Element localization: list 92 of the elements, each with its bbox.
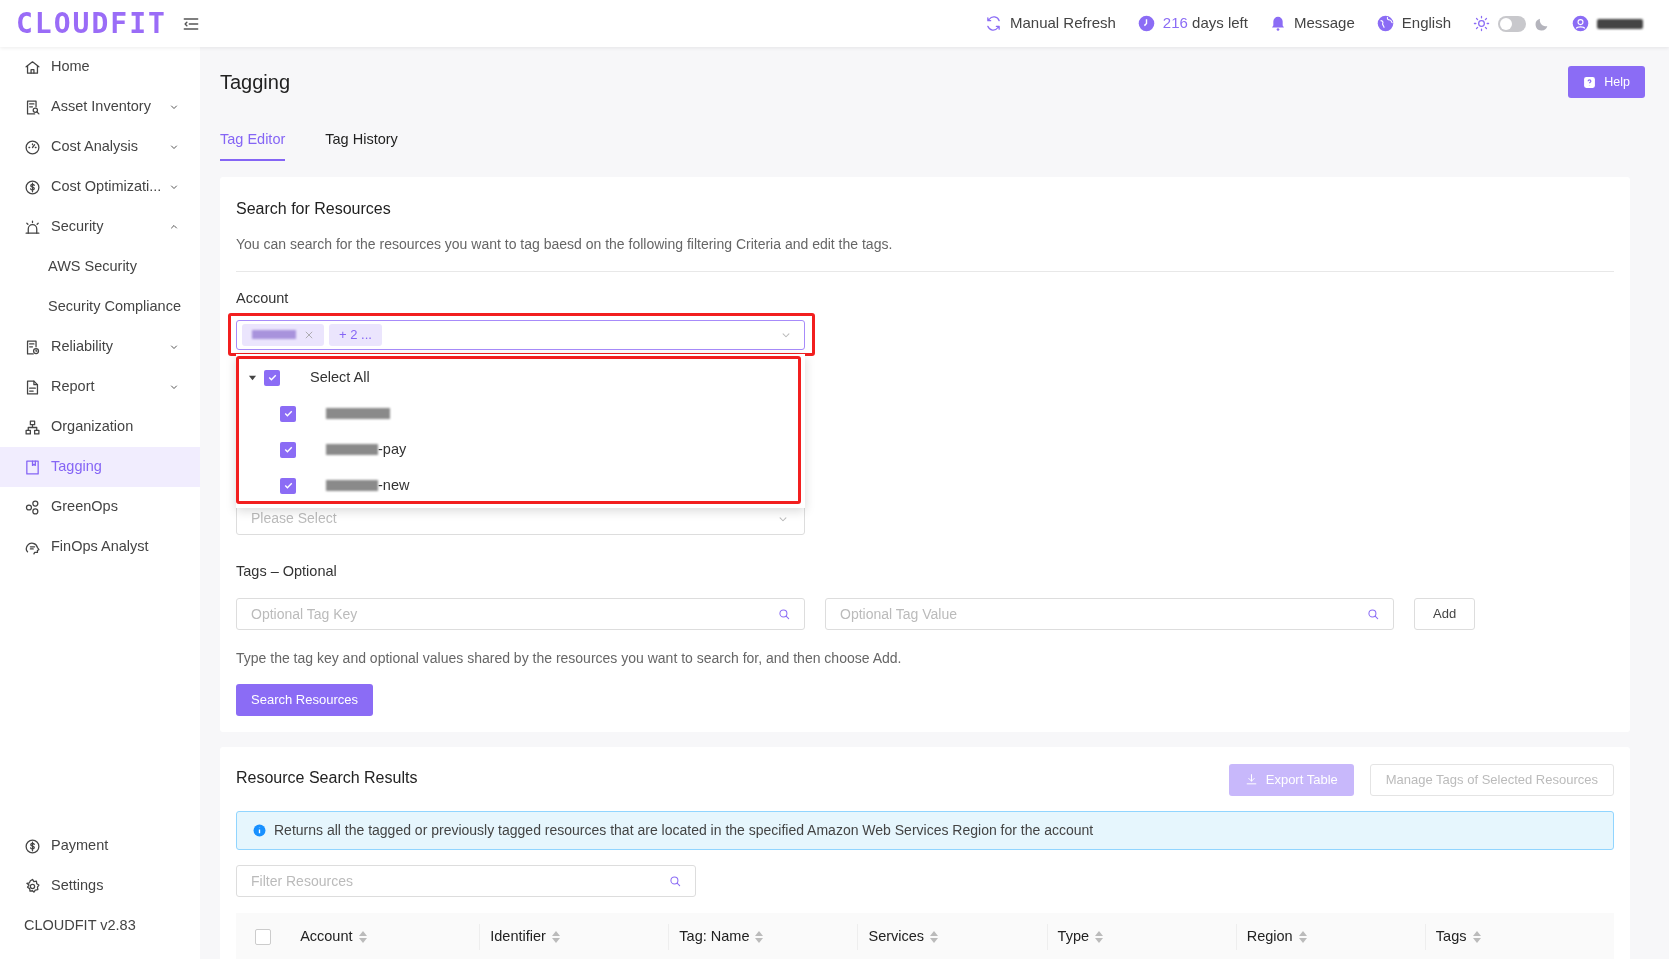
column-header[interactable]: Identifier (490, 925, 546, 948)
field-label: Account (236, 289, 290, 308)
sort-icon[interactable] (930, 930, 939, 943)
sidebar-item[interactable]: Tagging (0, 447, 200, 487)
option-label[interactable]: -pay (378, 438, 407, 461)
column-header[interactable]: Account (300, 925, 353, 948)
redaction-blur (326, 480, 378, 492)
card-title: Search for Resources (236, 199, 392, 219)
sidebar-item[interactable]: Cost Analysis (0, 127, 200, 167)
alert-text: Returns all the tagged or previously tagged resources that are located in the specified Amazon Web Services Region for the account (274, 820, 1094, 840)
document-icon (24, 378, 41, 396)
sort-icon[interactable] (1472, 930, 1481, 943)
clock-icon (1137, 15, 1155, 32)
column-header[interactable]: Tag: Name (679, 925, 750, 948)
tag-value-field[interactable]: Optional Tag Value (825, 597, 1394, 630)
gauge-icon (24, 138, 41, 156)
tab[interactable]: Tag History (325, 129, 398, 161)
version-text: CLOUDFIT v2.83 (23, 916, 137, 936)
download-icon (1244, 773, 1258, 786)
user-avatar-icon[interactable] (1572, 15, 1589, 32)
sort-icon[interactable] (1095, 930, 1104, 943)
checkbox[interactable] (280, 477, 296, 494)
checkbox[interactable] (255, 928, 272, 945)
sidebar-subitem[interactable]: AWS Security (0, 247, 200, 287)
add-button[interactable]: Add (1414, 597, 1476, 630)
redaction-blur (326, 408, 390, 420)
sidebar-item[interactable]: FinOps Analyst (0, 527, 200, 567)
dollar-coin-icon (24, 178, 41, 196)
search-resources-button[interactable]: Search Resources (236, 683, 373, 716)
close-icon (304, 329, 314, 340)
bell-icon (1269, 15, 1286, 32)
card-description: You can search for the resources you want to tag baesd on the following filtering Criteria and edit the tags. (236, 234, 1614, 272)
redaction-blur (326, 444, 378, 456)
sidebar-item[interactable]: Organization (0, 407, 200, 447)
field-label: Tags – Optional (236, 561, 338, 581)
sidebar-item[interactable]: Asset Inventory (0, 87, 200, 127)
help-button[interactable]: Help (1568, 66, 1645, 98)
gear-icon (24, 877, 41, 895)
checkbox[interactable] (280, 441, 296, 458)
tag-key-field[interactable]: Optional Tag Key (236, 597, 805, 630)
document-search-icon (24, 98, 41, 116)
globe-icon (1376, 15, 1394, 32)
card-title: Resource Search Results (236, 767, 419, 788)
sort-icon[interactable] (1298, 930, 1307, 943)
message-button[interactable]: Message (1269, 12, 1355, 35)
alarm-icon (24, 218, 41, 236)
hierarchy-icon (24, 418, 41, 436)
page-title: Tagging (220, 70, 291, 95)
search-icon (777, 606, 791, 621)
column-header[interactable]: Tags (1435, 925, 1467, 948)
sidebar-item[interactable]: Security (0, 207, 200, 247)
sort-icon[interactable] (755, 930, 764, 943)
info-icon (253, 823, 266, 837)
redaction-blur (252, 330, 296, 340)
column-header[interactable]: Services (868, 925, 925, 948)
sidebar-item[interactable]: Home (0, 47, 200, 87)
sidebar-item[interactable]: Settings (0, 866, 200, 906)
checkbox[interactable] (264, 369, 280, 386)
checkbox[interactable] (280, 405, 296, 422)
logo[interactable]: CLOUDFIT (16, 9, 167, 38)
sun-icon (1473, 15, 1490, 32)
house-icon (24, 58, 41, 76)
sidebar-item[interactable]: Cost Optimizati... (0, 167, 200, 207)
help-icon (1583, 75, 1597, 89)
sidebar-item[interactable]: GreenOps (0, 487, 200, 527)
sort-icon[interactable] (551, 930, 560, 943)
refresh-icon (984, 15, 1002, 32)
document-clock-icon (24, 338, 41, 356)
bookmark-page-icon (24, 458, 41, 476)
caret-down-icon[interactable] (248, 373, 257, 383)
manual-refresh-button[interactable]: Manual Refresh (984, 12, 1116, 35)
filter-field[interactable]: Filter Resources (236, 864, 696, 897)
option-label[interactable]: -new (378, 474, 410, 497)
language-button[interactable]: English (1376, 12, 1451, 35)
tab[interactable]: Tag Editor (220, 129, 286, 161)
search-icon (1366, 606, 1380, 621)
search-icon (668, 873, 682, 888)
hint-text: Type the tag key and optional values shared by the resources you want to search for, and then choose Add. (236, 648, 903, 668)
sidebar-item[interactable]: Report (0, 367, 200, 407)
sidebar-item[interactable]: Payment (0, 826, 200, 866)
days-left-text: 216 days left (1162, 13, 1248, 34)
sidebar-subitem[interactable]: Security Compliance (0, 287, 200, 327)
column-header[interactable]: Type (1057, 925, 1090, 948)
sidebar-item[interactable]: Reliability (0, 327, 200, 367)
nodes-icon (24, 498, 41, 516)
column-header[interactable]: Region (1246, 925, 1293, 948)
option-label[interactable]: Select All (310, 366, 370, 389)
redaction-blur (1597, 18, 1643, 29)
theme-toggle[interactable] (1498, 15, 1526, 32)
sort-icon[interactable] (358, 930, 367, 943)
dollar-coin-icon (24, 837, 41, 855)
selected-chip[interactable] (242, 323, 324, 346)
